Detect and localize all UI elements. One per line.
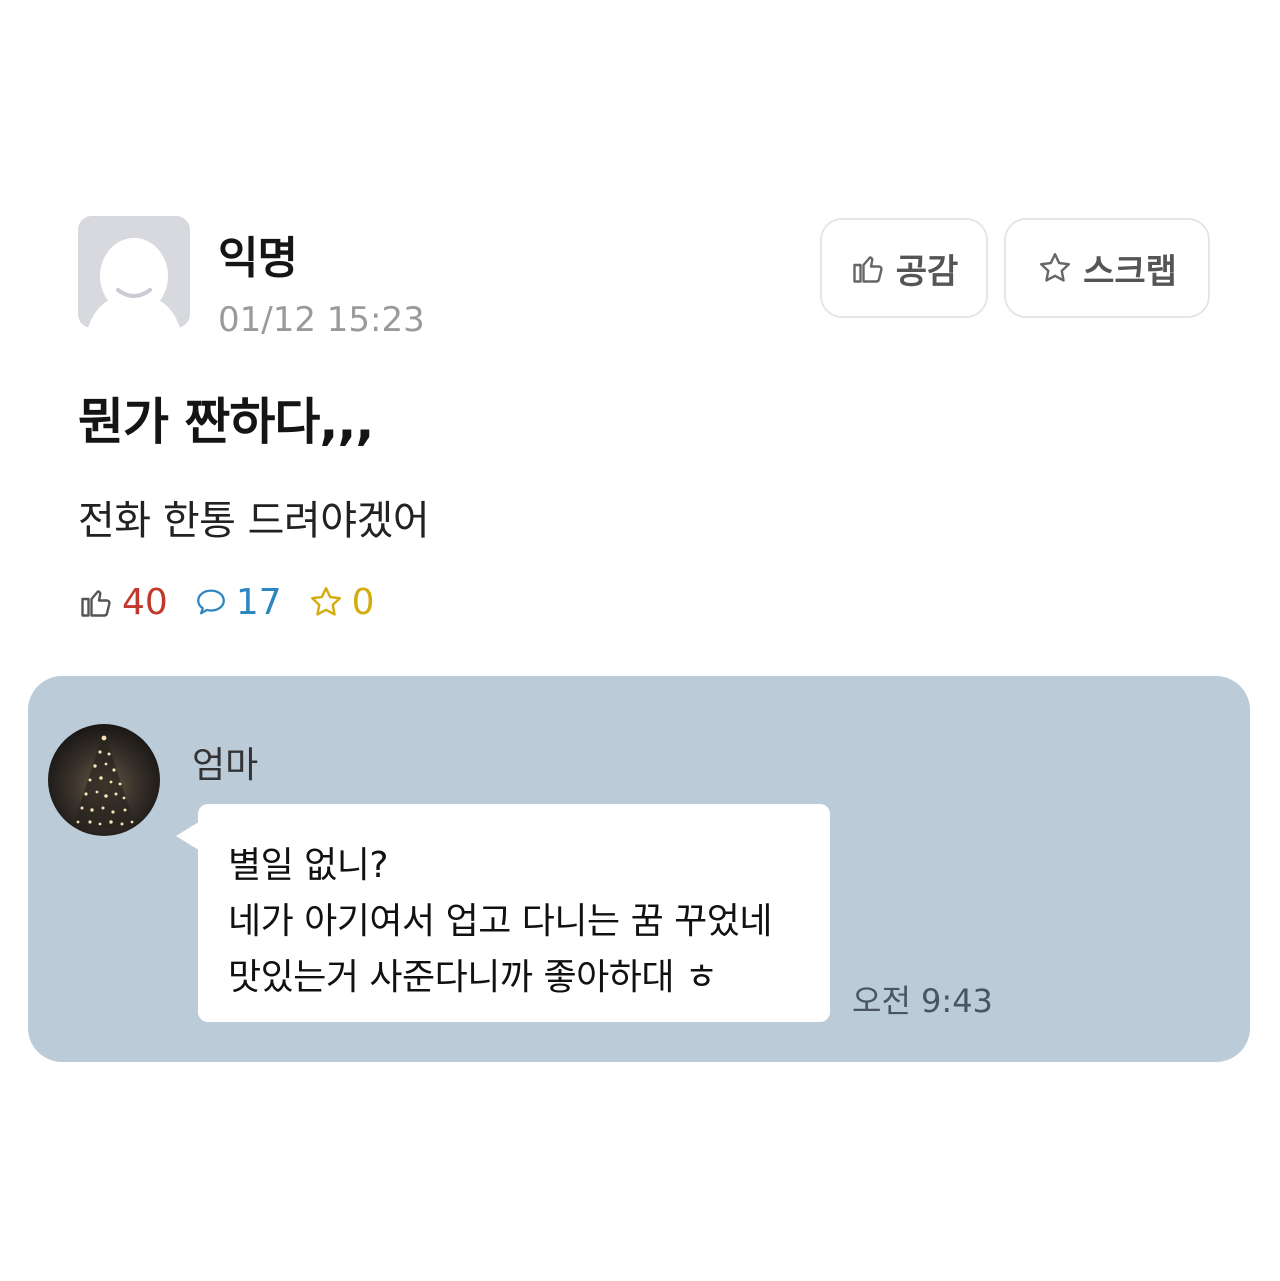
message-line: 맛있는거 사준다니까 좋아하대 ㅎ <box>228 957 718 998</box>
star-icon <box>1040 253 1071 282</box>
message-time: 오전 9:43 <box>852 982 993 1020</box>
chat-sender-name: 엄마 <box>192 745 259 786</box>
scrap-button-label: 스크랩 <box>1083 251 1177 292</box>
speech-bubble-icon <box>196 589 225 615</box>
scrap-button[interactable]: 스크랩 <box>1004 218 1210 318</box>
chat-screenshot: 엄마 별일 없니? 네가 아기여서 업고 다니는 꿈 꾸었네 맛있는거 사준다니… <box>28 676 1250 1062</box>
message-line: 별일 없니? <box>228 845 389 886</box>
scrap-count-value: 0 <box>351 581 375 623</box>
post-body: 전화 한통 드려야겠어 <box>78 498 430 544</box>
comment-count-value: 17 <box>235 581 282 623</box>
post-header: 익명 01/12 15:23 공감 스크랩 <box>78 216 1218 340</box>
like-button-label: 공감 <box>895 251 959 292</box>
like-count: 40 <box>78 582 168 623</box>
message-bubble: 별일 없니? 네가 아기여서 업고 다니는 꿈 꾸었네 맛있는거 사준다니까 좋… <box>198 804 830 1022</box>
anonymous-avatar <box>78 216 190 328</box>
post-stats: 40 17 0 <box>78 578 375 626</box>
thumbs-up-icon <box>81 590 111 617</box>
like-button[interactable]: 공감 <box>820 218 988 318</box>
thumbs-up-icon <box>853 256 883 283</box>
post-title: 뭔가 짠하다,,, <box>78 393 374 451</box>
default-profile-icon <box>78 216 190 328</box>
author-name: 익명 <box>218 233 298 284</box>
comment-count: 17 <box>194 582 282 623</box>
message-line: 네가 아기여서 업고 다니는 꿈 꾸었네 <box>228 901 773 942</box>
post-timestamp: 01/12 15:23 <box>218 300 425 340</box>
star-icon <box>310 587 341 616</box>
sender-avatar <box>48 724 160 836</box>
scrap-count: 0 <box>308 582 375 623</box>
like-count-value: 40 <box>122 581 168 623</box>
christmas-tree-photo-icon <box>72 732 136 828</box>
